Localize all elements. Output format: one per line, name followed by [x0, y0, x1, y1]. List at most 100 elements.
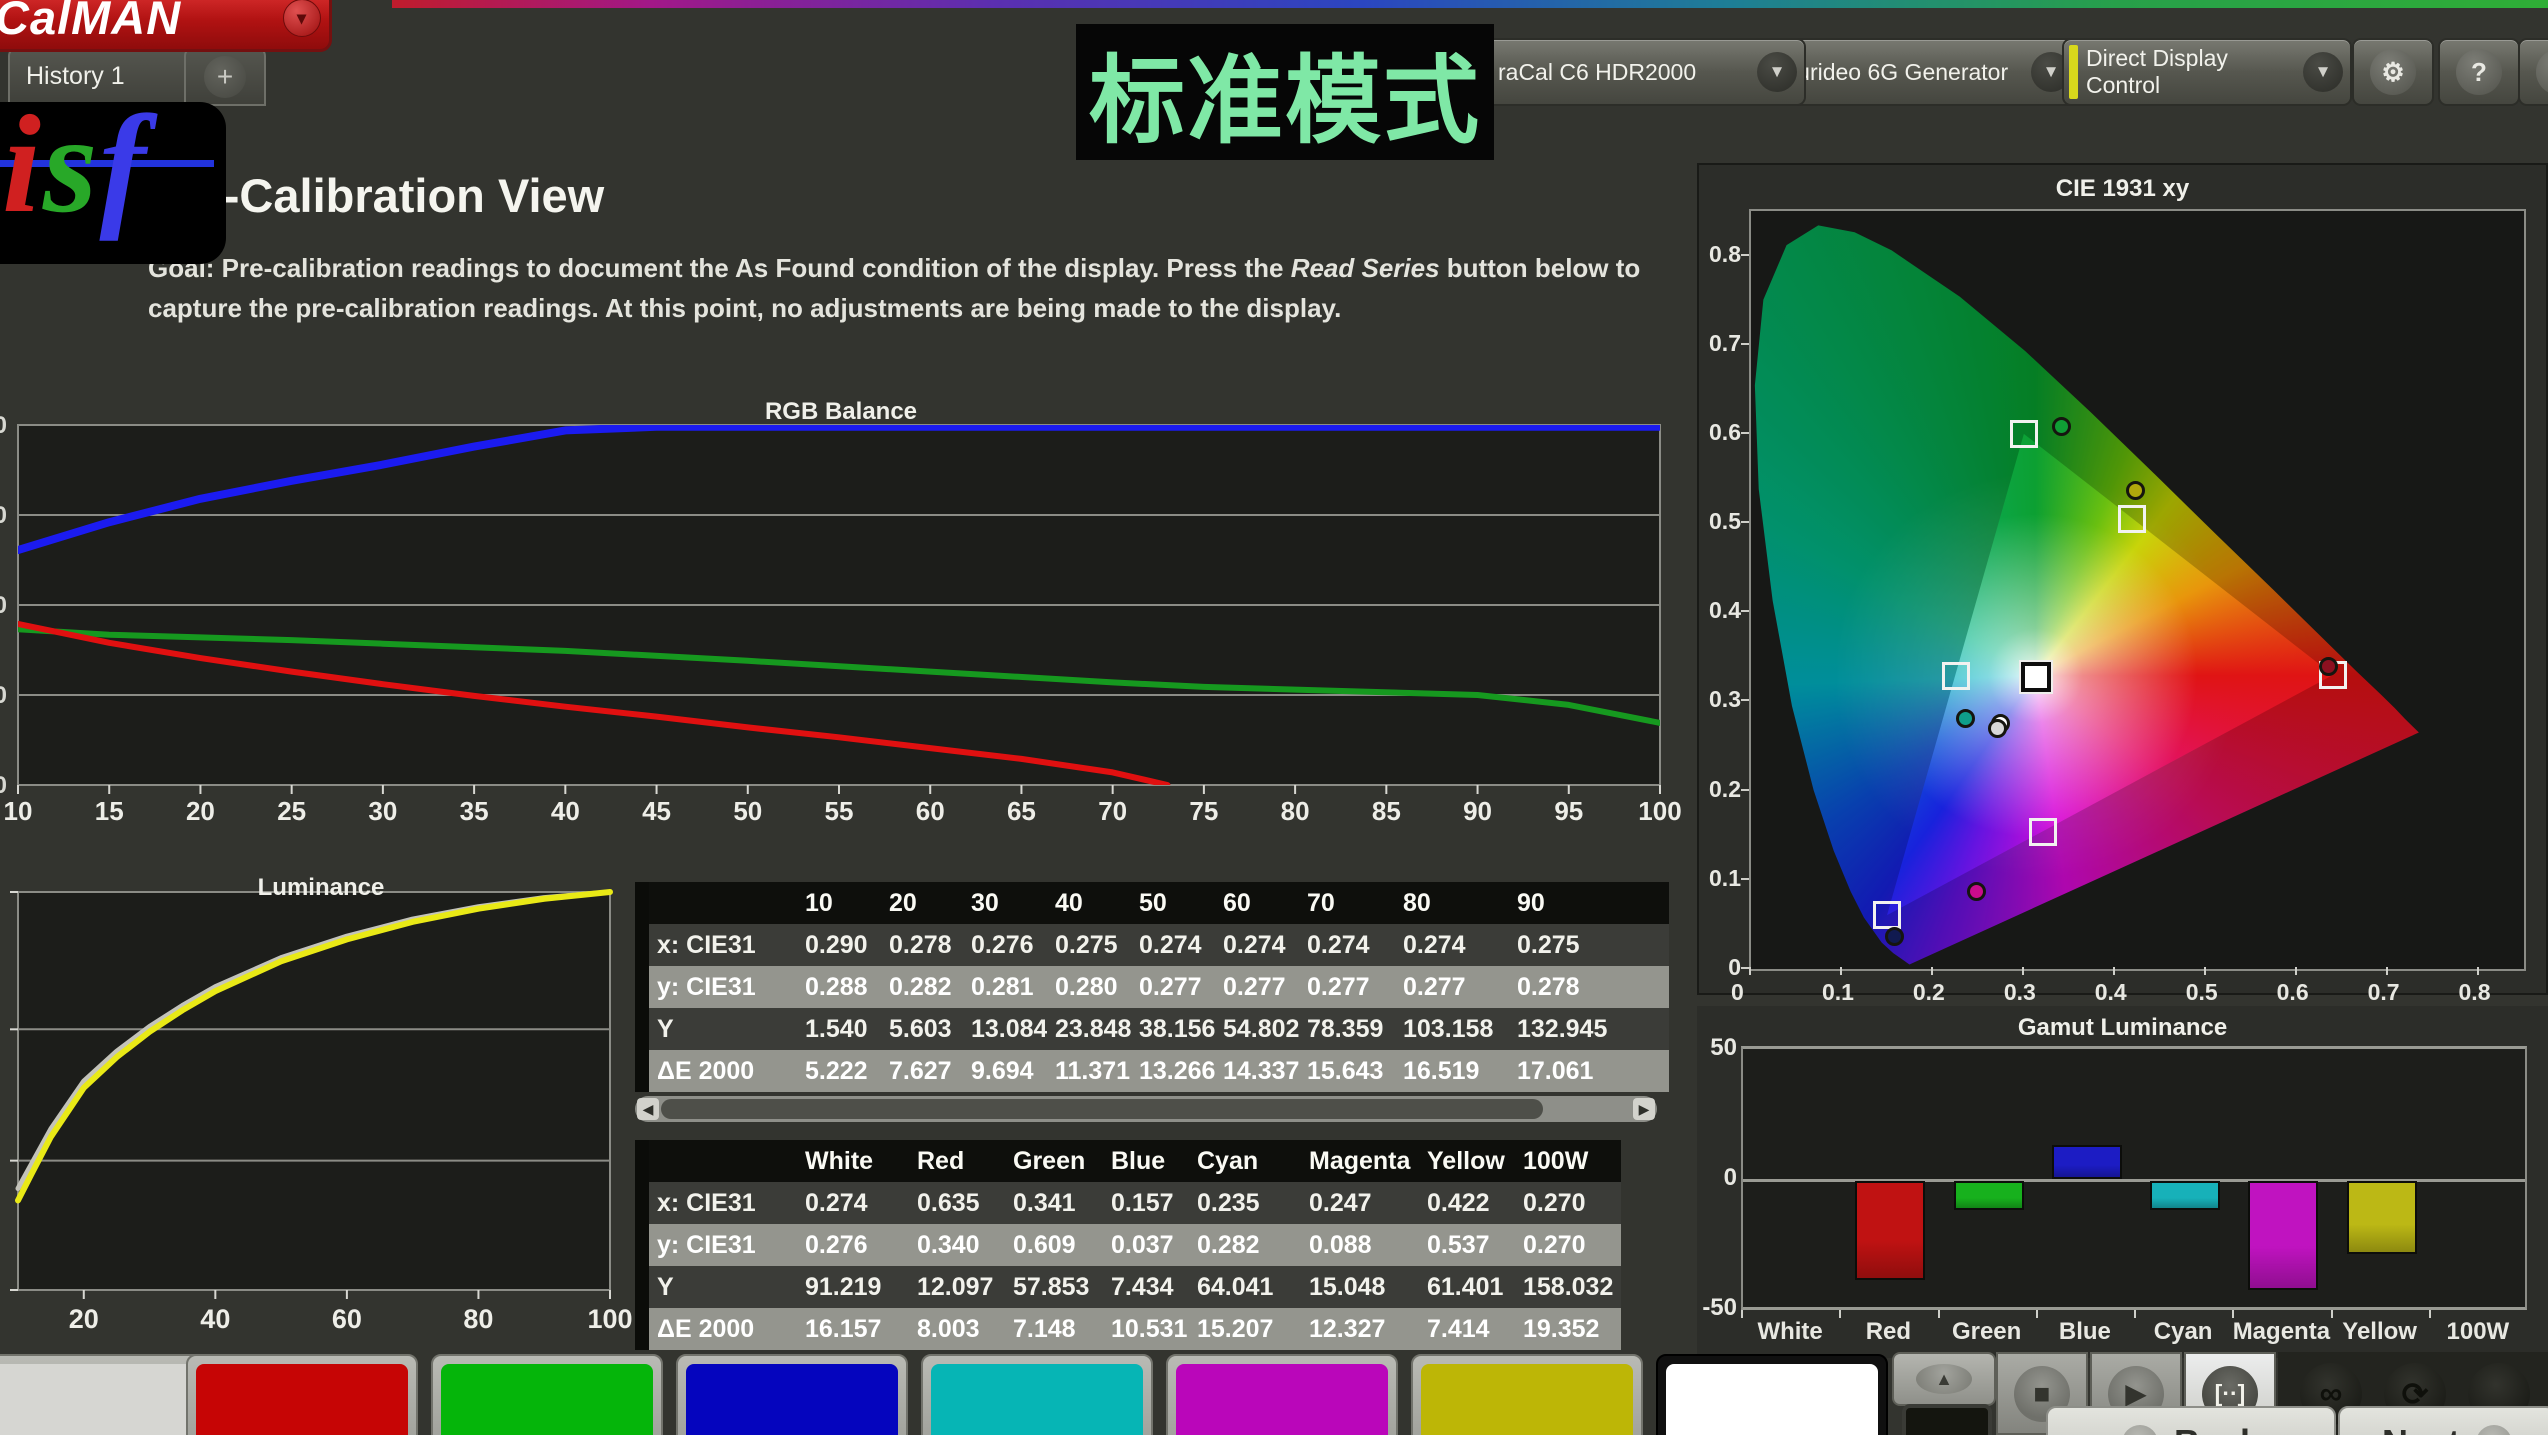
cie-plot-area: [1749, 209, 2526, 971]
table-cell: 0.282: [881, 966, 963, 1008]
source-dropdown-label: Murideo 6G Generator: [1778, 58, 2009, 85]
table-row: y: CIE31 0.276 0.340 0.609 0.037 0.282 0.088 0.…: [649, 1224, 1639, 1266]
y-axis-tick-label: 0.6: [1709, 418, 1741, 445]
table-cell: 0.635: [909, 1182, 1005, 1224]
grayscale-table-scrollbar[interactable]: ◀ ▶: [635, 1096, 1657, 1122]
table-cell: 0.422: [1419, 1182, 1515, 1224]
help-button[interactable]: ?: [2438, 38, 2520, 106]
meter-dropdown[interactable]: raCal C6 HDR2000 ▼: [1440, 38, 1806, 106]
pattern-swatch-yellow[interactable]: [1411, 1354, 1643, 1435]
table-cell: 0.235: [1189, 1182, 1301, 1224]
x-axis-tick: [1749, 967, 1751, 975]
pattern-swatch-magenta[interactable]: [1166, 1354, 1398, 1435]
y-axis-tick-label: 0.8: [1709, 240, 1741, 267]
bar-red: [1855, 1181, 1926, 1280]
table-row: x: CIE31 0.274 0.635 0.341 0.157 0.235 0.247 0.…: [649, 1182, 1639, 1224]
read-series-ref: Read Series: [1290, 253, 1440, 283]
table-row: y: CIE31 0.288 0.282 0.281 0.280 0.277 0.277 0.…: [649, 966, 1671, 1008]
table-cell: 16.519: [1395, 1050, 1509, 1092]
add-tab-button[interactable]: +: [184, 47, 266, 106]
row-label-cell: x: CIE31: [649, 924, 797, 966]
tab-history-1[interactable]: History 1: [8, 47, 196, 106]
table-header-cell: Green: [1005, 1140, 1103, 1182]
pattern-swatch-gray[interactable]: [0, 1354, 204, 1435]
svg-text:40: 40: [551, 796, 580, 826]
svg-text:0: 0: [0, 682, 7, 709]
table-cell: 9.694: [963, 1050, 1047, 1092]
table-cell: 54.802: [1215, 1008, 1299, 1050]
y-axis-tick-label: 0.2: [1709, 775, 1741, 802]
pattern-swatch-blue[interactable]: [676, 1354, 908, 1435]
pattern-panel-expander[interactable]: ▲: [1892, 1352, 1996, 1406]
target-marker-cyan: [1941, 661, 1970, 690]
pattern-swatch-green[interactable]: [431, 1354, 663, 1435]
y-axis-tick-label: 0.7: [1709, 329, 1741, 356]
table-header-cell: Cyan: [1189, 1140, 1301, 1182]
table-cell: 7.414: [1419, 1308, 1515, 1350]
calman-logo-text: CalMAN: [0, 0, 182, 44]
table-cell: 0.609: [1005, 1224, 1103, 1266]
x-axis-tick: [2232, 1310, 2235, 1318]
table-cell: 8.003: [909, 1308, 1005, 1350]
gamut-luminance-chart: Gamut Luminance 50 0 -50 White Red Green Blue C…: [1697, 1006, 2548, 1358]
table-header-cell: Blue: [1103, 1140, 1189, 1182]
scroll-right-icon[interactable]: ▶: [1633, 1098, 1655, 1120]
table-cell: 0.278: [881, 924, 963, 966]
table-cell: 0.275: [1509, 924, 1669, 966]
x-axis-tick: [1937, 1310, 1940, 1318]
table-cell: 0.288: [797, 966, 881, 1008]
table-row: ΔE 2000 16.157 8.003 7.148 10.531 15.207 12.32…: [649, 1308, 1639, 1350]
scroll-left-icon[interactable]: ◀: [637, 1098, 659, 1120]
table-cell: 0.341: [1005, 1182, 1103, 1224]
table-header-cell: 70: [1299, 882, 1395, 924]
pattern-window-toggle[interactable]: [1902, 1404, 1992, 1435]
table-cell: 13.084: [963, 1008, 1047, 1050]
pattern-swatch-white[interactable]: [1656, 1354, 1888, 1435]
svg-text:60: 60: [916, 796, 945, 826]
swatch-color-fill: [1421, 1364, 1633, 1435]
svg-text:75: 75: [1189, 796, 1218, 826]
table-header-cell: 90: [1509, 882, 1669, 924]
row-label-cell: y: CIE31: [649, 1224, 797, 1266]
svg-text:85: 85: [1372, 796, 1401, 826]
pattern-swatch-cyan[interactable]: [921, 1354, 1153, 1435]
display-control-dropdown[interactable]: Direct Display Control ▼: [2062, 38, 2352, 106]
luminance-plot: 20 40 60 80 100: [10, 889, 633, 1334]
table-header-cell: 30: [963, 882, 1047, 924]
target-marker-blue: [1873, 901, 1902, 930]
rgb-balance-plot: 0000010 15 20 25 30 35 40 45 50 55 60 65 70 75 80 85 90 9…: [0, 412, 1682, 826]
x-axis-tick-label: 0.4: [2094, 979, 2127, 1005]
x-axis-category-label: 100W: [2446, 1318, 2510, 1345]
table-header-cell: Red: [909, 1140, 1005, 1182]
swatch-color-fill: [441, 1364, 653, 1435]
calman-window: CalMAN ▾ History 1 + raCal C6 HDR2000 ▼ …: [0, 0, 2548, 1435]
collapse-panel-button[interactable]: ◀: [2518, 38, 2548, 106]
table-row: Y 1.540 5.603 13.084 23.848 38.156 54.802 78.35…: [649, 1008, 1671, 1050]
goal-text: Goal: Pre-calibration readings to docume…: [148, 253, 1641, 323]
table-cell: 15.207: [1189, 1308, 1301, 1350]
svg-text:100: 100: [1638, 796, 1681, 826]
plus-icon: +: [204, 55, 246, 98]
settings-button[interactable]: ⚙: [2352, 38, 2434, 106]
swatch-color-fill: [686, 1364, 898, 1435]
x-axis-tick: [2428, 1310, 2431, 1318]
pattern-swatch-red[interactable]: [186, 1354, 418, 1435]
logo-menu-caret-icon[interactable]: ▾: [283, 0, 321, 37]
svg-text:35: 35: [460, 796, 489, 826]
x-axis-tick: [2294, 967, 2297, 975]
target-marker-yellow: [2118, 504, 2147, 533]
table-cell: 0.270: [1515, 1224, 1621, 1266]
table-cell: 0.274: [797, 1182, 909, 1224]
svg-text:20: 20: [186, 796, 215, 826]
table-header-cell: 100W: [1515, 1140, 1621, 1182]
calman-logo[interactable]: CalMAN ▾: [0, 0, 332, 52]
y-axis-tick: [1741, 699, 1749, 702]
scrollbar-thumb[interactable]: [661, 1099, 1543, 1119]
svg-text:80: 80: [1281, 796, 1310, 826]
svg-text:55: 55: [825, 796, 854, 826]
svg-text:90: 90: [1463, 796, 1492, 826]
svg-text:65: 65: [1007, 796, 1036, 826]
next-button[interactable]: Next »: [2338, 1406, 2548, 1435]
back-button[interactable]: « Back: [2046, 1406, 2336, 1435]
cie-1931-chart: CIE 1931 xy 0.8 0.7 0.6 0.5 0.4 0.3 0.2 0.1 0 0 0.…: [1697, 163, 2548, 1005]
